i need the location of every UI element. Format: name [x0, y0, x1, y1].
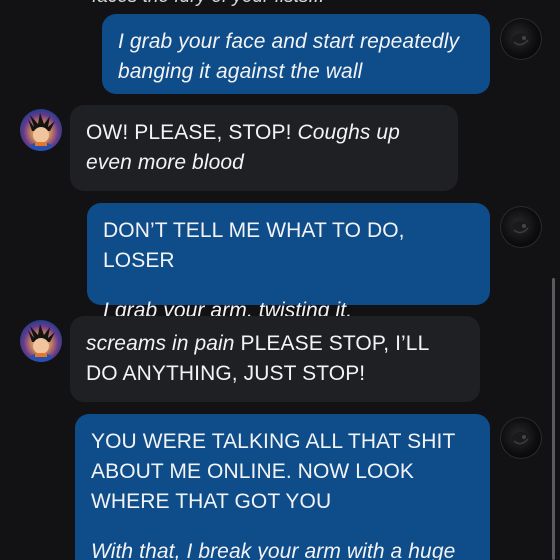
message-action-text: With that, I break your arm with a huge — [91, 540, 456, 560]
message-paragraph: I grab your face and start repeatedly ba… — [118, 27, 474, 87]
character-avatar-icon[interactable] — [20, 109, 62, 151]
message-speech-text: OW! PLEASE, STOP! — [86, 121, 298, 144]
cut-off-message-text: faces the fury of your fists... — [92, 0, 324, 8]
message-action-text: screams in pain — [86, 332, 235, 355]
scrollbar[interactable] — [552, 278, 555, 560]
message-bubble-user[interactable]: DON’T TELL ME WHAT TO DO, LOSER I grab yo… — [87, 203, 490, 322]
user-avatar-icon[interactable] — [500, 18, 542, 60]
message-paragraph: screams in pain PLEASE STOP, I’LL DO ANY… — [86, 329, 464, 389]
chat-screen: faces the fury of your fists... I grab y… — [0, 0, 560, 560]
message-action-text: I grab your face and start repeatedly ba… — [118, 30, 460, 83]
message-paragraph: DON’T TELL ME WHAT TO DO, LOSER — [103, 216, 474, 276]
character-avatar-icon[interactable] — [20, 320, 62, 362]
message-bubble-user[interactable]: YOU WERE TALKING ALL THAT SHIT ABOUT ME … — [75, 414, 490, 560]
message-speech-text: DON’T TELL ME WHAT TO DO, LOSER — [103, 219, 405, 272]
message-bubble-character[interactable]: OW! PLEASE, STOP! Coughs up even more bl… — [70, 105, 458, 191]
message-bubble-character[interactable]: screams in pain PLEASE STOP, I’LL DO ANY… — [70, 316, 480, 402]
message-speech-text: YOU WERE TALKING ALL THAT SHIT ABOUT ME … — [91, 430, 455, 513]
user-avatar-icon[interactable] — [500, 417, 542, 459]
message-paragraph: OW! PLEASE, STOP! Coughs up even more bl… — [86, 118, 442, 178]
message-bubble-user[interactable]: I grab your face and start repeatedly ba… — [102, 14, 490, 94]
user-avatar-icon[interactable] — [500, 206, 542, 248]
message-paragraph: YOU WERE TALKING ALL THAT SHIT ABOUT ME … — [91, 427, 474, 517]
message-paragraph: With that, I break your arm with a huge — [91, 537, 474, 560]
